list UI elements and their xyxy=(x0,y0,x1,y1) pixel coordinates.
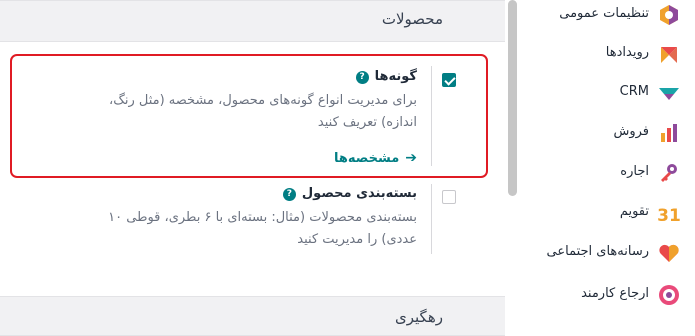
packaging-title-text: بسته‌بندی محصول xyxy=(301,186,417,201)
section-title-products: محصولات xyxy=(381,10,443,28)
sidebar-item-label: تنظیمات عمومی xyxy=(559,6,649,21)
sidebar-item-label: رسانه‌های اجتماعی xyxy=(546,244,649,259)
packaging-checkbox[interactable] xyxy=(442,190,456,204)
sidebar-item-rental[interactable]: اجاره xyxy=(520,153,695,193)
crm-icon xyxy=(659,88,679,100)
employee-referral-icon xyxy=(659,285,679,305)
setting-packaging: بسته‌بندی محصول? بسته‌بندی محصولات (مثال… xyxy=(0,180,505,260)
sidebar-item-events[interactable]: رویدادها xyxy=(520,34,695,74)
sidebar-item-sales[interactable]: فروش xyxy=(520,113,695,153)
packaging-title: بسته‌بندی محصول? xyxy=(282,186,417,201)
sidebar-item-label: فروش xyxy=(613,124,649,139)
events-icon xyxy=(661,47,677,63)
social-media-icon xyxy=(659,244,679,262)
packaging-description: بسته‌بندی محصولات (مثال: بسته‌ای با ۶ بط… xyxy=(108,210,417,247)
divider xyxy=(431,184,432,254)
section-header-products: محصولات xyxy=(0,0,505,42)
rental-icon xyxy=(661,164,677,182)
sidebar-item-label: اجاره xyxy=(620,164,649,179)
section-header-tracking: رهگیری xyxy=(0,296,505,336)
sales-icon xyxy=(661,124,677,142)
sidebar-item-label: CRM xyxy=(619,84,649,99)
sidebar-item-employee-referral[interactable]: ارجاع کارمند xyxy=(520,275,695,315)
calendar-icon: 31 xyxy=(657,206,681,225)
highlight-box xyxy=(10,54,488,178)
scrollbar-thumb[interactable] xyxy=(508,0,517,196)
general-settings-icon xyxy=(660,5,678,25)
question-circle-icon[interactable]: ? xyxy=(282,188,296,201)
sidebar-item-general-settings[interactable]: تنظیمات عمومی xyxy=(520,0,695,35)
sidebar-item-label: تقویم xyxy=(619,204,649,219)
settings-content: محصولات گونه‌ها? برای مدیریت انواع گونه‌… xyxy=(0,0,505,336)
calendar-icon-text: 31 xyxy=(657,206,681,225)
sidebar-item-calendar[interactable]: 31 تقویم xyxy=(520,193,695,233)
settings-sidebar: تنظیمات عمومی رویدادها CRM فروش اجاره 31… xyxy=(520,0,695,324)
sidebar-item-crm[interactable]: CRM xyxy=(520,73,695,113)
sidebar-item-social-media[interactable]: رسانه‌های اجتماعی xyxy=(520,233,695,273)
section-title-tracking: رهگیری xyxy=(395,308,443,326)
sidebar-item-label: ارجاع کارمند xyxy=(581,286,649,301)
sidebar-item-label: رویدادها xyxy=(605,45,649,60)
